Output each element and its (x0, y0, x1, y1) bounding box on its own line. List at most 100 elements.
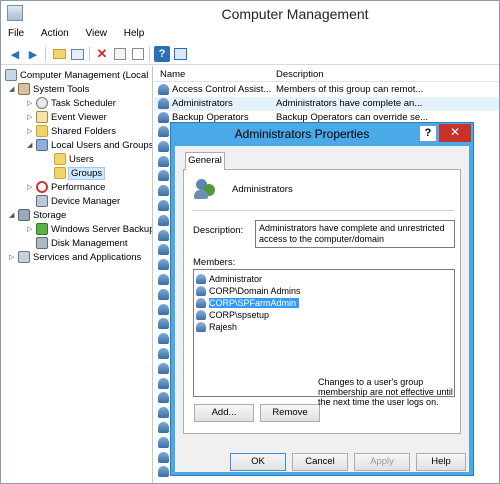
column-header-description[interactable]: Description (276, 69, 324, 80)
tree-item-local-users-groups[interactable]: ◢ Local Users and Groups (27, 138, 152, 152)
group-icon (158, 333, 169, 345)
remove-member-button[interactable]: Remove (260, 404, 320, 422)
properties-icon[interactable] (112, 46, 128, 62)
column-header-name[interactable]: Name (160, 69, 185, 80)
help-icon[interactable]: ? (154, 46, 170, 62)
group-icon (158, 392, 169, 404)
tree-item-system-tools-label: System Tools (33, 83, 90, 95)
arrow-left-icon[interactable]: ◀ (7, 46, 23, 62)
group-icon (158, 259, 169, 271)
cancel-button[interactable]: Cancel (292, 453, 348, 471)
menu-file[interactable]: File (1, 27, 31, 40)
expand-arrow-icon[interactable]: ▷ (9, 253, 18, 261)
group-icon (158, 377, 169, 389)
toolbar-separator (45, 47, 46, 61)
tree-item-storage[interactable]: ◢ Storage (9, 208, 66, 222)
tree-item-disk-management-label: Disk Management (51, 237, 128, 249)
menu-view[interactable]: View (78, 27, 114, 40)
folder-up-icon[interactable] (51, 46, 67, 62)
device-manager-icon (36, 195, 48, 207)
member-name: CORP\Domain Admins (209, 286, 301, 296)
toolbar-separator (89, 47, 90, 61)
help-button[interactable]: Help (416, 453, 466, 471)
group-icon (158, 112, 169, 123)
tree-item-device-manager[interactable]: Device Manager (27, 194, 120, 208)
group-icon (158, 422, 169, 433)
divider (192, 210, 454, 211)
group-icon (158, 407, 169, 419)
member-item[interactable]: CORP\spsetup (196, 309, 269, 321)
tree-item-shared-folders[interactable]: ▷ Shared Folders (27, 124, 116, 138)
expand-arrow-icon[interactable]: ▷ (27, 99, 36, 107)
user-icon (196, 298, 206, 308)
tree-item-performance[interactable]: ▷ Performance (27, 180, 105, 194)
collapse-arrow-icon[interactable]: ◢ (9, 85, 18, 93)
menu-action[interactable]: Action (34, 27, 76, 40)
group-icon (158, 303, 169, 315)
member-item[interactable]: Administrator (196, 273, 262, 285)
list-row[interactable]: Access Control Assist... Members of this… (154, 83, 499, 97)
tree-item-disk-management[interactable]: Disk Management (27, 236, 128, 250)
member-item[interactable]: CORP\SPFarmAdmin (196, 297, 300, 309)
tree-item-users[interactable]: Users (45, 152, 94, 166)
show-action-pane-icon[interactable] (172, 46, 188, 62)
dialog-close-icon[interactable]: ✕ (439, 124, 471, 142)
tools-icon (18, 83, 30, 95)
description-field[interactable]: Administrators have complete and unrestr… (255, 220, 455, 248)
user-icon (196, 322, 206, 332)
group-icon (158, 155, 169, 167)
group-icon (158, 229, 169, 241)
tree-item-services-apps[interactable]: ▷ Services and Applications (9, 250, 141, 264)
apply-button[interactable]: Apply (354, 453, 410, 471)
folder-icon (54, 167, 66, 179)
group-name: Administrators (172, 98, 233, 109)
expand-arrow-icon[interactable]: ▷ (27, 183, 36, 191)
membership-note: Changes to a user's group membership are… (318, 377, 453, 407)
tree-item-task-scheduler[interactable]: ▷ Task Scheduler (27, 96, 116, 110)
arrow-right-icon[interactable]: ▶ (25, 46, 41, 62)
member-name: CORP\SPFarmAdmin (209, 298, 300, 308)
window-title: Computer Management (221, 6, 369, 22)
group-icon (158, 288, 169, 300)
export-list-icon[interactable] (130, 46, 146, 62)
tree-item-system-tools[interactable]: ◢ System Tools (9, 82, 89, 96)
group-icon (158, 362, 169, 374)
dialog-help-icon[interactable]: ? (419, 125, 437, 142)
group-icon (194, 178, 216, 200)
folder-icon (54, 153, 66, 165)
group-icon (158, 318, 169, 330)
list-row[interactable]: Administrators Administrators have compl… (154, 97, 499, 111)
tree-item-windows-server-backup[interactable]: ▷ Windows Server Backup (27, 222, 152, 236)
collapse-arrow-icon[interactable]: ◢ (27, 141, 36, 149)
ok-button[interactable]: OK (230, 453, 286, 471)
members-label: Members: (193, 257, 236, 268)
tree-item-storage-label: Storage (33, 209, 67, 221)
expand-arrow-icon[interactable]: ▷ (27, 113, 36, 121)
group-icon (158, 84, 169, 95)
description-label: Description: (193, 225, 244, 236)
expand-arrow-icon[interactable]: ▷ (27, 225, 36, 233)
group-icon (158, 214, 169, 226)
group-description: Members of this group can remot... (276, 84, 424, 95)
group-icon (158, 200, 169, 211)
delete-x-icon[interactable]: ✕ (94, 46, 110, 62)
member-item[interactable]: Rajesh (196, 321, 237, 333)
expand-arrow-icon[interactable]: ▷ (27, 127, 36, 135)
group-icon (158, 451, 169, 463)
group-icon (158, 126, 169, 137)
collapse-arrow-icon[interactable]: ◢ (9, 211, 18, 219)
tree-item-groups[interactable]: Groups (45, 166, 106, 180)
add-member-button[interactable]: Add... (194, 404, 254, 422)
tab-general[interactable]: General (185, 152, 225, 170)
tree-item-device-manager-label: Device Manager (51, 195, 121, 207)
menu-help[interactable]: Help (117, 27, 152, 40)
tree-item-root[interactable]: Computer Management (Local (5, 68, 148, 82)
group-icon (158, 348, 169, 359)
tree-item-event-viewer[interactable]: ▷ Event Viewer (27, 110, 107, 124)
storage-icon (18, 209, 30, 221)
computer-icon (5, 69, 17, 81)
group-description: Administrators have complete an... (276, 98, 423, 109)
member-item[interactable]: CORP\Domain Admins (196, 285, 301, 297)
show-hide-tree-icon[interactable] (69, 46, 85, 62)
event-viewer-icon (36, 111, 48, 123)
